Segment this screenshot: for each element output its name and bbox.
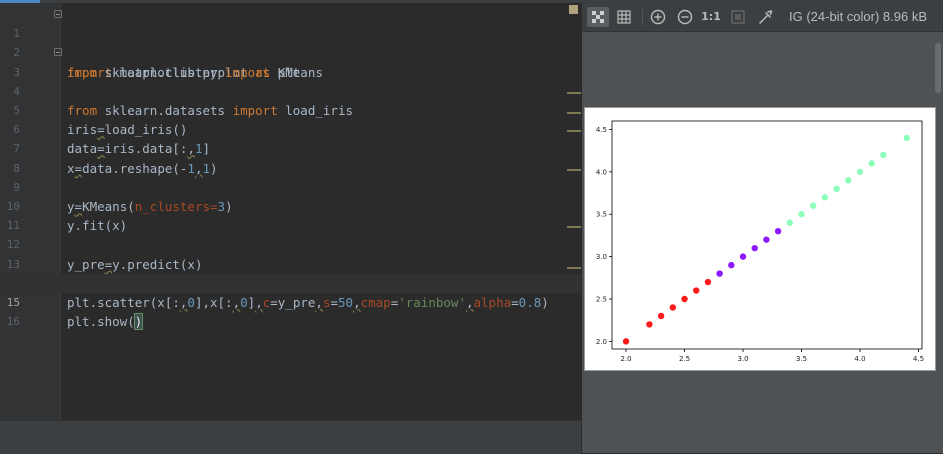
y-tick-label: 2.5 (596, 295, 607, 303)
code-line-14[interactable]: 14 plt.scatter(x[:,0],x[:,0],c=y_pre,s=5… (0, 255, 581, 310)
editor-scrollbar[interactable] (567, 3, 581, 420)
warning-stripe[interactable] (567, 267, 581, 269)
image-viewer-toolbar: 1:1 IG (24-bit color) 8.96 kB (582, 3, 943, 32)
scatter-point (856, 168, 864, 176)
zoom-in-icon[interactable] (647, 7, 669, 27)
editor-bottom-panel (0, 420, 581, 454)
code-line-16[interactable]: 16 (0, 293, 581, 328)
checker-icon[interactable] (587, 7, 609, 27)
image-info-label: IG (24-bit color) 8.96 kB (789, 9, 927, 24)
zoom-out-icon[interactable] (674, 7, 696, 27)
scatter-point (751, 244, 758, 252)
actual-size-button[interactable]: 1:1 (700, 7, 722, 27)
scatter-point (798, 211, 805, 218)
scatter-point (657, 312, 665, 320)
inspection-status-icon[interactable] (569, 5, 578, 14)
code-line-12[interactable]: 12 y_pre=y.predict(x) (0, 216, 581, 271)
code-editor[interactable]: 1 import matplotlib.pyplot as plt 2 from… (0, 3, 581, 420)
scatter-point (786, 219, 794, 226)
code-line-11[interactable]: 11 (0, 197, 581, 232)
warning-stripe[interactable] (567, 169, 581, 171)
code-line-5[interactable]: 5 iris=load_iris() (0, 82, 581, 137)
scatter-point (693, 287, 700, 294)
x-tick-label: 3.0 (737, 355, 748, 363)
image-canvas: 2.0 2.5 3.0 3.5 4.0 4.5 2.0 2.5 3.0 3.5 4.0 4.5 (584, 107, 936, 371)
line-number: 16 (6, 315, 20, 329)
code-line-13[interactable]: 13 (0, 235, 581, 271)
code-line-3[interactable]: 3 from sklearn.datasets import load_iris (0, 43, 581, 118)
scatter-point (704, 278, 712, 286)
matched-bracket: ) (133, 313, 144, 331)
code-line-4[interactable]: 4 (0, 63, 581, 98)
code-line-2[interactable]: 2 from sklearn.cluster import KMeans (0, 24, 581, 79)
code-line-6[interactable]: 6 data=iris.data[:,1] (0, 101, 581, 156)
grid-icon[interactable] (613, 7, 635, 27)
code-line-8[interactable]: 8 (0, 139, 581, 175)
warning-stripe[interactable] (567, 112, 581, 114)
scatter-point (903, 134, 910, 142)
scatter-point (880, 151, 887, 159)
fold-icon[interactable] (54, 48, 62, 57)
y-tick-label: 4.0 (596, 168, 607, 176)
x-tick-label: 2.0 (620, 355, 631, 363)
scatter-point (763, 236, 770, 243)
toolbar-separator (642, 9, 643, 25)
x-tick-label: 2.5 (679, 355, 690, 363)
scatter-point (669, 304, 677, 311)
viewer-scrollbar[interactable] (935, 43, 941, 93)
y-tick-label: 3.0 (596, 253, 607, 261)
scatter-point (739, 253, 747, 260)
x-tick-label: 3.5 (796, 355, 807, 363)
code-line-10[interactable]: 10 y.fit(x) (0, 178, 581, 233)
scatter-point (646, 321, 653, 328)
x-tick-label: 4.0 (854, 355, 865, 363)
code-line-9[interactable]: 9 y=KMeans(n_clusters=3) (0, 159, 581, 214)
scatter-point (774, 227, 782, 235)
y-tick-label: 4.5 (596, 126, 607, 134)
scatter-point (821, 194, 829, 201)
scatter-point (833, 185, 840, 193)
y-tick-label: 2.0 (596, 338, 607, 346)
scatter-point (716, 270, 723, 277)
fold-icon[interactable] (54, 10, 62, 18)
y-tick-label: 3.5 (596, 211, 607, 219)
code-line-15[interactable]: 15 plt.show() (0, 273, 581, 331)
code-token: plt.show( (67, 314, 135, 330)
scatter-point (868, 160, 875, 167)
fit-icon[interactable] (727, 7, 749, 27)
image-viewer[interactable]: 1:1 IG (24-bit color) 8.96 kB 2.0 2.5 3.0 3… (581, 3, 943, 453)
warning-stripe[interactable] (567, 92, 581, 94)
code-line-7[interactable]: 7 x=data.reshape(-1,1) (0, 120, 581, 175)
warning-stripe[interactable] (567, 130, 581, 132)
scatter-point (622, 338, 630, 345)
eyedropper-icon[interactable] (754, 7, 776, 27)
scatter-point (728, 261, 735, 269)
scatter-point (845, 177, 852, 184)
warning-stripe[interactable] (567, 226, 581, 228)
code-line-1[interactable]: 1 import matplotlib.pyplot as plt (0, 5, 581, 80)
scatter-point (681, 295, 688, 303)
x-tick-label: 4.5 (913, 355, 924, 363)
scatter-plot: 2.0 2.5 3.0 3.5 4.0 4.5 2.0 2.5 3.0 3.5 4.0 4.5 (596, 120, 924, 363)
scatter-point (810, 202, 817, 209)
